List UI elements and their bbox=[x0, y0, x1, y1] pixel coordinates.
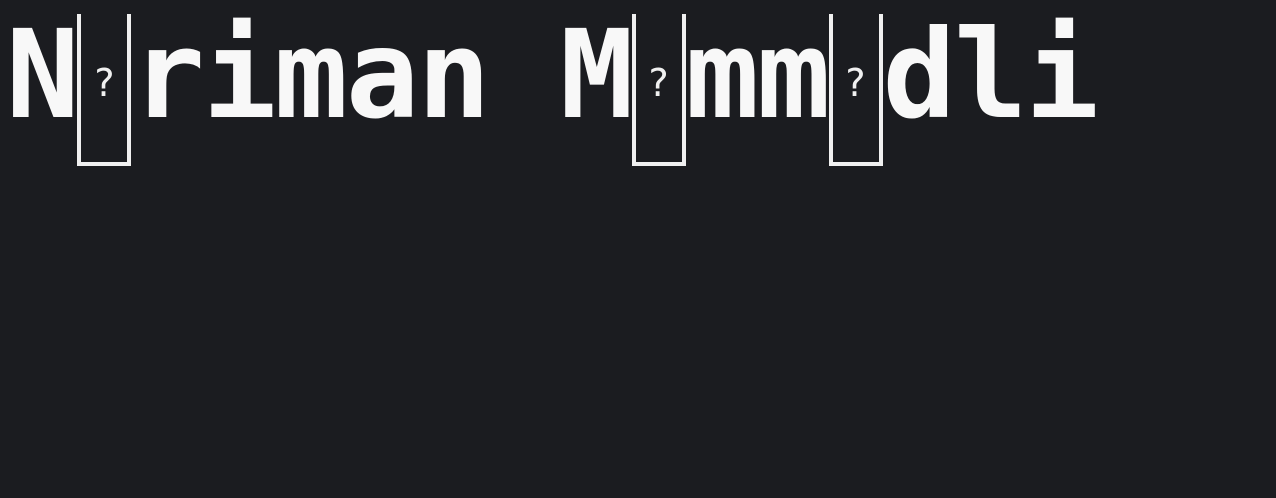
missing-glyph-box: ? bbox=[77, 14, 132, 166]
missing-glyph-question-mark: ? bbox=[94, 61, 115, 105]
heading-text-part: riman M bbox=[131, 4, 633, 146]
missing-glyph-question-mark: ? bbox=[648, 61, 669, 105]
heading-text-part: dli bbox=[882, 4, 1099, 146]
heading-text-part: N bbox=[6, 4, 79, 146]
missing-glyph-question-mark: ? bbox=[845, 61, 866, 105]
heading-text-part: mm bbox=[685, 4, 831, 146]
name-heading: N ? riman M ? mm ? dli bbox=[6, 4, 1099, 170]
missing-glyph-box: ? bbox=[828, 14, 883, 166]
missing-glyph-box: ? bbox=[631, 14, 686, 166]
